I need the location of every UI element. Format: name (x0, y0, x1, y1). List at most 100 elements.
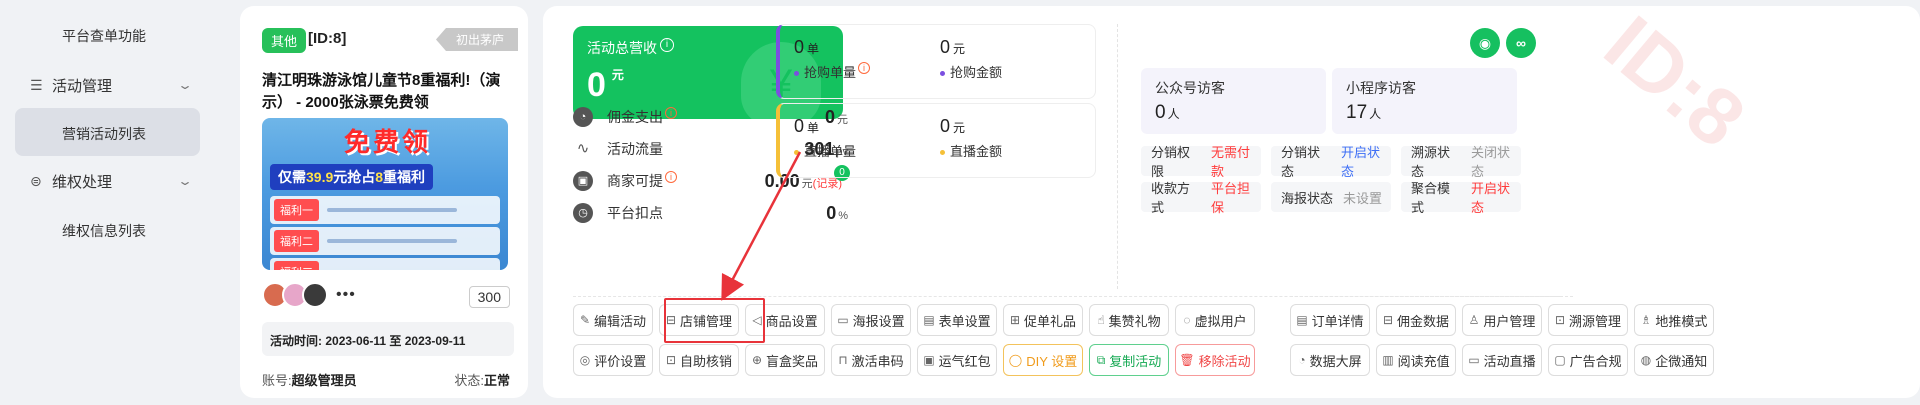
promo-gift-button[interactable]: ⊞ 促单礼品 (1003, 304, 1083, 336)
setting-value: 关闭状态 (1471, 145, 1511, 179)
sidebar-item-rights-list[interactable]: 维权信息列表 (62, 221, 146, 241)
remove-activity-button[interactable]: 🗑 移除活动 (1175, 344, 1255, 376)
button-label: 溯源管理 (1569, 313, 1622, 329)
stat-label: 抢购金额 (940, 62, 1080, 81)
setting-distribution-status[interactable]: 分销状态 开启状态 (1271, 145, 1391, 179)
read-recharge-button[interactable]: ▥ 阅读充值 (1376, 344, 1456, 376)
status-value: 正常 (483, 373, 510, 388)
wechat-icon[interactable]: ◉ (1470, 28, 1500, 58)
activation-code-button[interactable]: ⊓ 激活串码 (831, 344, 911, 376)
ad-compliance-button[interactable]: ▢ 广告合规 (1548, 344, 1628, 376)
sidebar-group-label: 活动管理 (52, 77, 113, 95)
metric-label: 平台扣点 (607, 205, 663, 221)
image-icon: ▭ (837, 313, 849, 327)
ground-push-button[interactable]: ♗ 地推模式 (1634, 304, 1714, 336)
blind-box-button[interactable]: ⊕ 盲盒奖品 (745, 344, 825, 376)
more-icon[interactable]: ••• (336, 286, 356, 304)
campaign-card: 其他 [ID:8] 初出茅庐 清江明珠游泳馆儿童节8重福利!（演示） - 200… (240, 6, 528, 398)
diy-icon: ◯ (1008, 353, 1023, 367)
setting-value: 开启状态 (1341, 145, 1381, 179)
metric-label: 佣金支出 i (607, 107, 677, 127)
setting-poster-status[interactable]: 海报状态 未设置 (1271, 182, 1391, 212)
poster-settings-button[interactable]: ▭ 海报设置 (831, 304, 911, 336)
button-label: 自助核销 (680, 353, 733, 369)
diy-settings-button[interactable]: ◯ DIY 设置 (1003, 344, 1083, 376)
poster-benefit-row: 福利一 (270, 196, 500, 224)
stat-live-amount: 0元 直播金额 (940, 116, 1080, 160)
edit-activity-button[interactable]: ✎ 编辑活动 (573, 304, 653, 336)
scan-icon: ⊡ (1554, 313, 1566, 327)
visitor-value: 0人 (1155, 102, 1312, 124)
gift-icon: ⊞ (1009, 313, 1021, 327)
poster-headline: 免费领 (344, 127, 432, 157)
info-icon[interactable]: i (665, 171, 677, 183)
campaign-title[interactable]: 清江明珠游泳馆儿童节8重福利!（演示） - 2000张泳票免费领 (262, 70, 514, 114)
text-placeholder (327, 239, 457, 243)
sidebar-item-marketing-list[interactable]: 营销活动列表 (62, 124, 146, 144)
user-management-button[interactable]: ♙ 用户管理 (1462, 304, 1542, 336)
setting-value: 未设置 (1343, 190, 1383, 206)
like-gift-button[interactable]: ☝ 集赞礼物 (1089, 304, 1169, 336)
stat-number: 0 (794, 116, 805, 136)
button-label: 广告合规 (1569, 353, 1622, 369)
live-stream-button[interactable]: ▭ 活动直播 (1462, 344, 1542, 376)
poster-price-prefix: 仅需 (278, 169, 306, 185)
dot-icon (794, 71, 799, 77)
text-placeholder (327, 208, 457, 212)
pulse-icon: ∿ (573, 139, 593, 159)
poster-price-banner: 仅需39.9元抢占8重福利 (270, 164, 434, 190)
campaign-id: [ID:8] (308, 30, 347, 47)
sidebar-item-platform-query[interactable]: 平台查单功能 (62, 26, 146, 46)
lucky-redpacket-button[interactable]: ▣ 运气红包 (917, 344, 997, 376)
copy-activity-button[interactable]: ⧉ 复制活动 (1089, 344, 1169, 376)
commission-data-button[interactable]: ⊟ 佣金数据 (1376, 304, 1456, 336)
info-icon[interactable]: i (660, 38, 674, 52)
setting-distribution-permission[interactable]: 分销权限 无需付款 (1141, 145, 1261, 179)
level-ribbon: 初出茅庐 (435, 28, 518, 51)
participant-avatars[interactable]: ••• (262, 282, 356, 308)
campaign-poster[interactable]: 免费领 仅需39.9元抢占8重福利 福利一 福利二 福利三 (262, 118, 508, 270)
stat-label: 直播单量 (794, 141, 934, 160)
data-screen-button[interactable]: ◔ 数据大屏 (1290, 344, 1370, 376)
link-icon[interactable]: ∞ (1506, 28, 1536, 58)
setting-trace-status[interactable]: 溯源状态 关闭状态 (1401, 145, 1521, 179)
trace-management-button[interactable]: ⊡ 溯源管理 (1548, 304, 1628, 336)
button-label: 移除活动 (1198, 353, 1251, 369)
chevron-down-icon: ⌄ (176, 78, 194, 92)
visitor-miniapp: 小程序访客 17 人 (1332, 68, 1517, 134)
status-label: 状态: (454, 373, 484, 388)
revenue-value: 0元 (587, 66, 624, 105)
sidebar-group-activity[interactable]: ☰ 活动管理 ⌄ (30, 70, 194, 100)
document-icon: ▤ (1296, 313, 1308, 327)
trash-icon: 🗑 (1179, 353, 1195, 367)
settings-circle-icon: ⊜ (30, 172, 42, 189)
button-label: 用户管理 (1483, 313, 1536, 329)
revenue-title-text: 活动总营收 (587, 40, 657, 56)
order-details-button[interactable]: ▤ 订单详情 (1290, 304, 1370, 336)
benefit-label: 福利一 (274, 199, 319, 221)
user-circle-icon: ◌ (1183, 313, 1191, 327)
setting-payment-method[interactable]: 收款方式 平台担保 (1141, 181, 1261, 215)
stat-unit: 单 (807, 42, 820, 56)
sidebar-group-rights[interactable]: ⊜ 维权处理 ⌄ (30, 166, 193, 196)
stat-value: 0元 (940, 37, 1080, 58)
setting-aggregate-mode[interactable]: 聚合模式 开启状态 (1401, 181, 1521, 215)
info-icon[interactable]: i (665, 107, 677, 119)
virtual-user-button[interactable]: ◌ 虚拟用户 (1175, 304, 1255, 336)
benefit-label: 福利二 (274, 230, 319, 252)
dot-icon (940, 71, 945, 77)
live-stats-card: 0单 直播单量 0元 直播金额 (776, 103, 1096, 178)
review-settings-button[interactable]: ◎ 评价设置 (573, 344, 653, 376)
self-verify-button[interactable]: ⊡ 自助核销 (659, 344, 739, 376)
setting-key: 海报状态 (1281, 190, 1334, 206)
info-icon[interactable]: i (858, 62, 871, 74)
stat-number: 0 (794, 37, 805, 57)
wecom-notify-button[interactable]: ◍ 企微通知 (1634, 344, 1714, 376)
clock-icon: ◷ (573, 203, 593, 223)
activity-time: 活动时间: 2023-06-11 至 2023-09-11 (262, 322, 514, 356)
button-label: 虚拟用户 (1194, 313, 1247, 329)
form-settings-button[interactable]: ▤ 表单设置 (917, 304, 997, 336)
scan-icon: ⊡ (665, 353, 677, 367)
poster-benefit-suffix: 重福利 (383, 169, 426, 185)
button-label: 活动直播 (1483, 353, 1536, 369)
